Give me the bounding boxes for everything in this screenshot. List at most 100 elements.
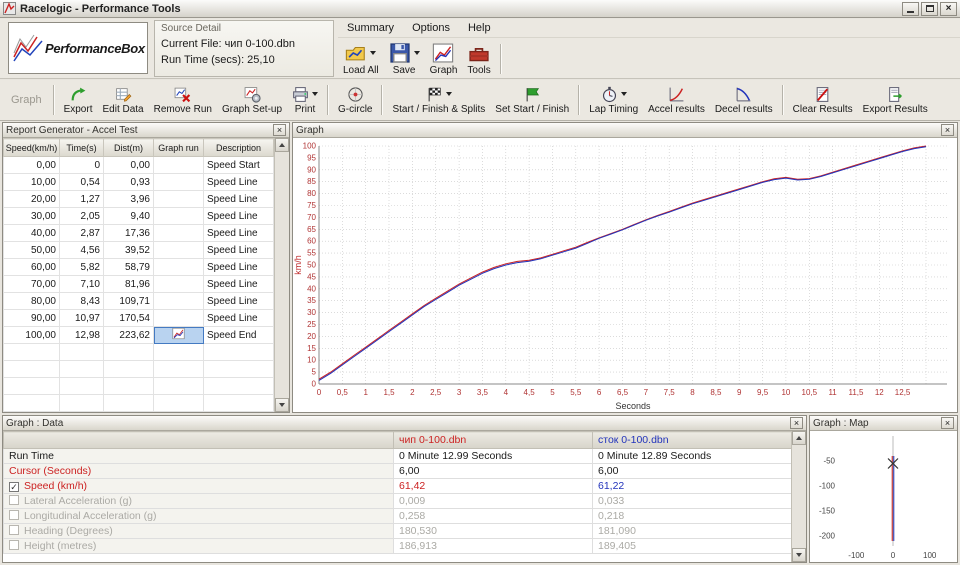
- data-row-run-time[interactable]: Run Time0 Minute 12.99 Seconds0 Minute 1…: [4, 449, 792, 464]
- speed-chart-svg[interactable]: 0510152025303540455055606570758085909510…: [293, 138, 957, 412]
- cell-dist[interactable]: 170,54: [104, 310, 154, 327]
- cell-description[interactable]: Speed Line: [204, 310, 274, 327]
- checkbox-checked-icon[interactable]: ✓: [9, 482, 19, 492]
- cell-speed[interactable]: 90,00: [4, 310, 60, 327]
- cell-description[interactable]: Speed Line: [204, 276, 274, 293]
- report-row[interactable]: 10,000,540,93Speed Line: [4, 174, 274, 191]
- report-column-header[interactable]: Time(s): [60, 139, 104, 157]
- checkbox-unchecked-icon[interactable]: [9, 540, 19, 550]
- parameter-label[interactable]: Longitudinal Acceleration (g): [4, 509, 394, 524]
- cell-time[interactable]: 1,27: [60, 191, 104, 208]
- cell-dist[interactable]: 3,96: [104, 191, 154, 208]
- dropdown-arrow-icon[interactable]: [370, 51, 376, 55]
- toolbar-button-accel-results[interactable]: Accel results: [644, 84, 709, 116]
- cell-graph-run[interactable]: [154, 174, 204, 191]
- cell-graph-run[interactable]: [154, 191, 204, 208]
- cell-speed[interactable]: 60,00: [4, 259, 60, 276]
- toolbar-button-save[interactable]: Save: [385, 41, 424, 77]
- cell-graph-run[interactable]: [154, 242, 204, 259]
- toolbar-button-tools[interactable]: Tools: [463, 41, 494, 77]
- cell-speed[interactable]: 70,00: [4, 276, 60, 293]
- report-empty-row[interactable]: [4, 378, 274, 395]
- report-row[interactable]: 100,0012,98223,62Speed End: [4, 327, 274, 344]
- menu-summary[interactable]: Summary: [338, 20, 403, 36]
- cell-description[interactable]: Speed Line: [204, 293, 274, 310]
- cell-time[interactable]: 0,54: [60, 174, 104, 191]
- cell-speed[interactable]: 20,00: [4, 191, 60, 208]
- cell-time[interactable]: 10,97: [60, 310, 104, 327]
- value-file2[interactable]: 0 Minute 12.89 Seconds: [593, 449, 792, 464]
- value-file1[interactable]: 61,42: [394, 479, 593, 494]
- checkbox-unchecked-icon[interactable]: [9, 495, 19, 505]
- data-row-heading-degrees[interactable]: Heading (Degrees)180,530181,090: [4, 524, 792, 539]
- cell-time[interactable]: 2,87: [60, 225, 104, 242]
- value-file1[interactable]: 180,530: [394, 524, 593, 539]
- report-empty-row[interactable]: [4, 395, 274, 412]
- toolbar-button-g-circle[interactable]: G-circle: [334, 84, 376, 116]
- cell-time[interactable]: 5,82: [60, 259, 104, 276]
- menu-help[interactable]: Help: [459, 20, 500, 36]
- report-scroll-up-button[interactable]: [275, 138, 289, 152]
- cell-graph-run[interactable]: [154, 208, 204, 225]
- cell-dist[interactable]: 223,62: [104, 327, 154, 344]
- value-file2[interactable]: 0,218: [593, 509, 792, 524]
- cell-dist[interactable]: 58,79: [104, 259, 154, 276]
- toolbar-button-print[interactable]: Print: [288, 84, 322, 116]
- cell-speed[interactable]: 10,00: [4, 174, 60, 191]
- cell-dist[interactable]: 0,93: [104, 174, 154, 191]
- value-file1[interactable]: 0 Minute 12.99 Seconds: [394, 449, 593, 464]
- toolbar-button-edit-data[interactable]: Edit Data: [98, 84, 147, 116]
- report-row[interactable]: 60,005,8258,79Speed Line: [4, 259, 274, 276]
- dropdown-arrow-icon[interactable]: [446, 92, 452, 96]
- cell-time[interactable]: 7,10: [60, 276, 104, 293]
- report-empty-row[interactable]: [4, 344, 274, 361]
- cell-dist[interactable]: 9,40: [104, 208, 154, 225]
- parameter-label[interactable]: ✓Speed (km/h): [4, 479, 394, 494]
- cell-description[interactable]: Speed Line: [204, 191, 274, 208]
- value-file2[interactable]: 181,090: [593, 524, 792, 539]
- toolbar-button-set-start-finish[interactable]: Set Start / Finish: [491, 84, 573, 116]
- value-file1[interactable]: 0,009: [394, 494, 593, 509]
- report-row[interactable]: 80,008,43109,71Speed Line: [4, 293, 274, 310]
- data-row-lateral-acceleration-g[interactable]: Lateral Acceleration (g)0,0090,033: [4, 494, 792, 509]
- parameter-label[interactable]: Cursor (Seconds): [4, 464, 394, 479]
- cell-graph-run[interactable]: [154, 259, 204, 276]
- toolbar-button-clear-results[interactable]: Clear Results: [789, 84, 857, 116]
- toolbar-button-export-results[interactable]: Export Results: [859, 84, 932, 116]
- report-row[interactable]: 90,0010,97170,54 Speed Line: [4, 310, 274, 327]
- data-scroll-track[interactable]: [792, 445, 806, 548]
- maximize-button[interactable]: [921, 2, 938, 16]
- toolbar-button-graph-set-up[interactable]: Graph Set-up: [218, 84, 286, 116]
- cell-speed[interactable]: 50,00: [4, 242, 60, 259]
- parameter-label[interactable]: Run Time: [4, 449, 394, 464]
- cell-graph-run[interactable]: [154, 276, 204, 293]
- cell-speed[interactable]: 40,00: [4, 225, 60, 242]
- report-column-header[interactable]: Graph run: [154, 139, 204, 157]
- cell-graph-run[interactable]: [154, 157, 204, 174]
- minimize-button[interactable]: [902, 2, 919, 16]
- data-scroll-up-button[interactable]: [792, 431, 806, 445]
- cell-graph-run[interactable]: [154, 310, 204, 327]
- cell-speed[interactable]: 0,00: [4, 157, 60, 174]
- cell-speed[interactable]: 80,00: [4, 293, 60, 310]
- cell-dist[interactable]: 17,36: [104, 225, 154, 242]
- cell-description[interactable]: Speed End: [204, 327, 274, 344]
- report-row[interactable]: 30,002,059,40Speed Line: [4, 208, 274, 225]
- cell-graph-run[interactable]: [154, 327, 204, 344]
- cell-graph-run[interactable]: [154, 225, 204, 242]
- toolbar-button-decel-results[interactable]: Decel results: [711, 84, 777, 116]
- value-file1[interactable]: 6,00: [394, 464, 593, 479]
- toolbar-button-graph[interactable]: Graph: [426, 41, 462, 77]
- cell-dist[interactable]: 0,00: [104, 157, 154, 174]
- map-chart-svg[interactable]: -50-100-150-200-1000100: [810, 431, 957, 562]
- cell-speed[interactable]: 30,00: [4, 208, 60, 225]
- data-row-cursor-seconds[interactable]: Cursor (Seconds)6,006,00: [4, 464, 792, 479]
- checkbox-unchecked-icon[interactable]: [9, 510, 19, 520]
- data-row-height-metres[interactable]: Height (metres)186,913189,405: [4, 539, 792, 554]
- cell-time[interactable]: 4,56: [60, 242, 104, 259]
- parameter-label[interactable]: Height (metres): [4, 539, 394, 554]
- report-row[interactable]: 20,001,273,96 Speed Line: [4, 191, 274, 208]
- cell-dist[interactable]: 39,52: [104, 242, 154, 259]
- cell-dist[interactable]: 81,96: [104, 276, 154, 293]
- parameter-label[interactable]: Heading (Degrees): [4, 524, 394, 539]
